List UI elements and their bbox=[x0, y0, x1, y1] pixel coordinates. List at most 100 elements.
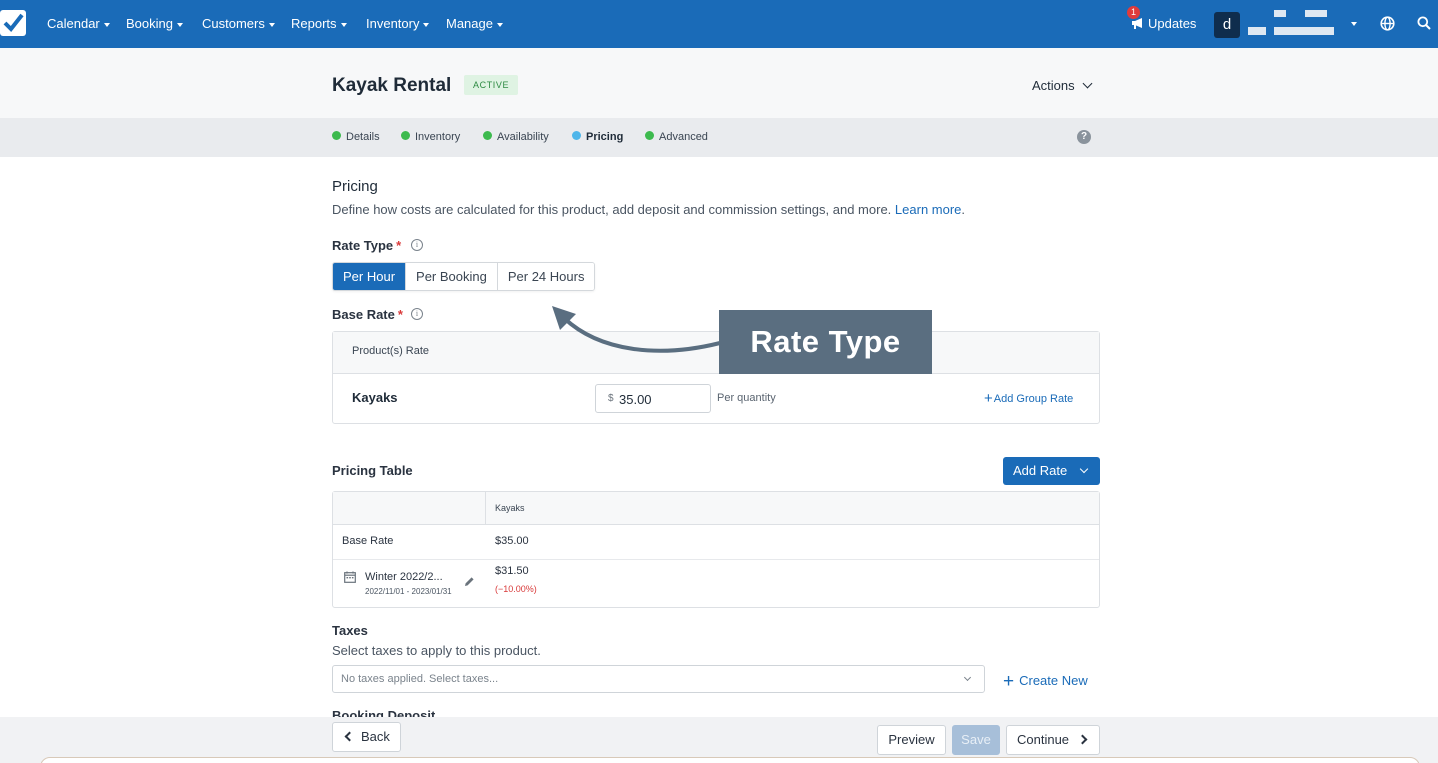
step-label: Pricing bbox=[586, 131, 624, 143]
nav-booking[interactable]: Booking bbox=[126, 16, 183, 31]
nav-booking-label: Booking bbox=[126, 16, 173, 31]
seasonal-rate-name[interactable]: Winter 2022/2... bbox=[365, 571, 443, 583]
nav-manage[interactable]: Manage bbox=[446, 16, 503, 31]
annotation-arrow-icon bbox=[552, 306, 722, 353]
rate-type-per-hour[interactable]: Per Hour bbox=[333, 263, 407, 290]
row-value: $35.00 bbox=[495, 535, 529, 547]
rate-type-label: Rate Type * bbox=[332, 238, 401, 253]
step-label: Advanced bbox=[659, 131, 708, 143]
step-advanced[interactable]: Advanced bbox=[645, 131, 708, 143]
chevron-left-icon bbox=[344, 731, 355, 742]
add-rate-label: Add Rate bbox=[1013, 463, 1068, 478]
info-icon[interactable]: i bbox=[411, 239, 423, 251]
step-availability[interactable]: Availability bbox=[483, 131, 549, 143]
product-name: Kayaks bbox=[352, 390, 398, 405]
plus-icon: + bbox=[1003, 671, 1015, 692]
seasonal-rate-dates: 2022/11/01 - 2023/01/31 bbox=[365, 587, 452, 596]
divider bbox=[333, 559, 1099, 560]
step-details[interactable]: Details bbox=[332, 131, 380, 143]
create-new-tax-button[interactable]: + Create New bbox=[1003, 671, 1088, 693]
caret-down-icon bbox=[423, 22, 430, 27]
nav-inventory[interactable]: Inventory bbox=[366, 16, 430, 31]
rate-type-label-text: Rate Type bbox=[332, 238, 394, 253]
nav-calendar[interactable]: Calendar bbox=[47, 16, 110, 31]
add-rate-button[interactable]: Add Rate bbox=[1003, 457, 1100, 485]
save-button[interactable]: Save bbox=[952, 725, 1000, 755]
add-group-rate-link[interactable]: +Add Group Rate bbox=[984, 390, 1073, 407]
required-mark: * bbox=[397, 307, 403, 322]
avatar[interactable]: d bbox=[1214, 12, 1240, 38]
actions-label: Actions bbox=[1032, 78, 1075, 93]
top-nav: Calendar Booking Customers Reports Inven… bbox=[0, 0, 1438, 48]
column-header: Kayaks bbox=[495, 503, 525, 513]
required-mark: * bbox=[396, 238, 402, 253]
step-complete-icon bbox=[401, 131, 410, 140]
step-inventory[interactable]: Inventory bbox=[401, 131, 460, 143]
base-rate-value: 35.00 bbox=[619, 392, 652, 407]
seasonal-rate-change: (−10.00%) bbox=[495, 584, 537, 594]
continue-label: Continue bbox=[1017, 732, 1070, 747]
base-rate-label: Base Rate * bbox=[332, 307, 403, 322]
pencil-icon[interactable] bbox=[464, 576, 475, 587]
step-label: Inventory bbox=[415, 131, 461, 143]
actions-dropdown[interactable]: Actions bbox=[1032, 78, 1093, 93]
chevron-down-icon bbox=[963, 673, 972, 682]
caret-down-icon bbox=[103, 22, 110, 27]
divider bbox=[485, 492, 486, 525]
updates-button[interactable]: 1 Updates bbox=[1127, 6, 1196, 31]
row-name: Base Rate bbox=[342, 535, 394, 547]
globe-icon[interactable] bbox=[1380, 16, 1395, 31]
add-group-rate-label: Add Group Rate bbox=[993, 393, 1074, 405]
taxes-title: Taxes bbox=[332, 623, 368, 638]
back-label: Back bbox=[361, 729, 390, 744]
footer-bar: Back Preview Save Continue bbox=[0, 717, 1438, 763]
per-quantity-label: Per quantity bbox=[717, 392, 776, 404]
nav-customers-label: Customers bbox=[202, 16, 265, 31]
nav-reports[interactable]: Reports bbox=[291, 16, 347, 31]
search-icon[interactable] bbox=[1417, 16, 1431, 30]
step-complete-icon bbox=[332, 131, 341, 140]
redacted-username bbox=[1248, 27, 1266, 35]
plus-icon: + bbox=[984, 390, 993, 407]
taxes-select[interactable]: No taxes applied. Select taxes... bbox=[332, 665, 985, 693]
step-pricing[interactable]: Pricing bbox=[572, 131, 623, 143]
annotation-callout: Rate Type bbox=[719, 310, 932, 374]
info-icon[interactable]: i bbox=[411, 308, 423, 320]
table-header bbox=[333, 492, 1099, 525]
preview-button[interactable]: Preview bbox=[877, 725, 946, 755]
taxes-placeholder: No taxes applied. Select taxes... bbox=[341, 673, 499, 685]
help-icon[interactable]: ? bbox=[1077, 130, 1091, 144]
rate-type-per-24-hours[interactable]: Per 24 Hours bbox=[497, 263, 595, 290]
bottom-panel-edge bbox=[40, 757, 1420, 763]
rate-type-per-booking[interactable]: Per Booking bbox=[406, 263, 498, 290]
nav-customers[interactable]: Customers bbox=[202, 16, 275, 31]
caret-down-icon bbox=[176, 22, 183, 27]
base-rate-input[interactable]: $ 35.00 bbox=[595, 384, 711, 413]
step-complete-icon bbox=[483, 131, 492, 140]
nav-manage-label: Manage bbox=[446, 16, 493, 31]
nav-inventory-label: Inventory bbox=[366, 16, 420, 31]
base-rate-label-text: Base Rate bbox=[332, 307, 395, 322]
back-button[interactable]: Back bbox=[332, 722, 401, 752]
user-menu-caret-icon[interactable] bbox=[1351, 22, 1357, 26]
pricing-table: Kayaks Base Rate $35.00 Winter 2022/2...… bbox=[332, 491, 1100, 608]
chevron-right-icon bbox=[1077, 734, 1088, 745]
caret-down-icon bbox=[340, 22, 347, 27]
create-new-label: Create New bbox=[1019, 673, 1088, 688]
continue-button[interactable]: Continue bbox=[1006, 725, 1100, 755]
caret-down-icon bbox=[268, 22, 275, 27]
currency-symbol: $ bbox=[608, 393, 614, 404]
learn-more-link[interactable]: Learn more bbox=[895, 202, 961, 217]
booking-deposit-title: Booking Deposit bbox=[332, 709, 436, 717]
step-complete-icon bbox=[645, 131, 654, 140]
wizard-steps: Details Inventory Availability Pricing A… bbox=[0, 118, 1438, 157]
page-title: Kayak Rental bbox=[332, 75, 452, 96]
redacted-username bbox=[1305, 10, 1327, 17]
redacted-username bbox=[1274, 10, 1286, 17]
section-description: Define how costs are calculated for this… bbox=[332, 202, 965, 217]
redacted-username bbox=[1274, 27, 1334, 35]
nav-calendar-label: Calendar bbox=[47, 16, 100, 31]
chevron-down-icon bbox=[1082, 78, 1093, 89]
app-logo-icon[interactable] bbox=[0, 10, 26, 36]
seasonal-rate-value: $31.50 bbox=[495, 565, 529, 577]
